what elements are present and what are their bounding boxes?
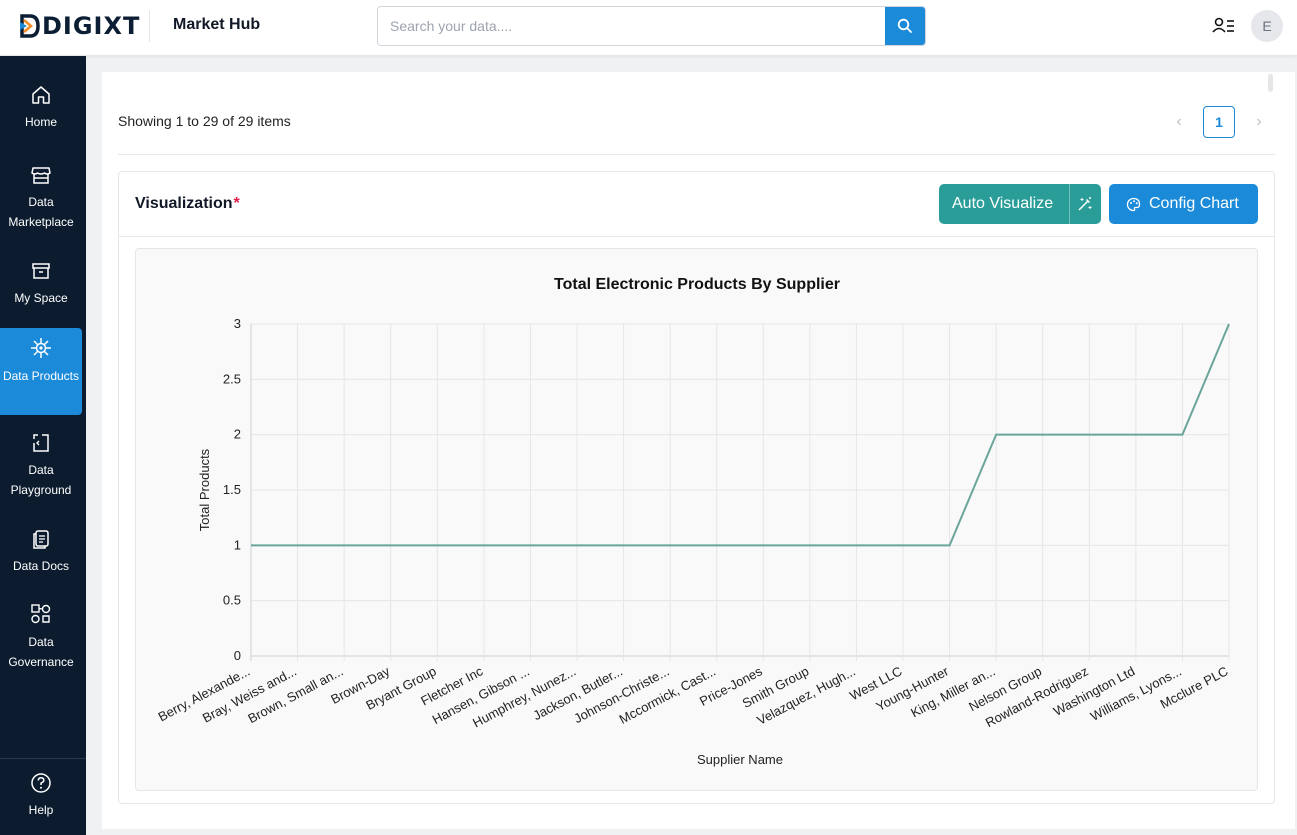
x-axis-label: Supplier Name bbox=[697, 752, 783, 767]
x-axis-ticks: Berry, Alexande...Bray, Weiss and...Brow… bbox=[156, 663, 1231, 730]
scrollbar[interactable] bbox=[1268, 74, 1273, 92]
sidebar-item-data-products[interactable]: Data Products bbox=[0, 328, 82, 415]
logo-mark-icon bbox=[20, 14, 40, 38]
pagination-page-1[interactable]: 1 bbox=[1203, 106, 1235, 138]
card-header-divider bbox=[119, 236, 1274, 237]
sidebar-item-label: Data Marketplace bbox=[8, 195, 74, 229]
search-input[interactable] bbox=[378, 7, 887, 45]
line-chart: Total Electronic Products By Supplier 00… bbox=[156, 276, 1231, 767]
app-title: Market Hub bbox=[173, 16, 261, 33]
y-tick-label: 3 bbox=[234, 316, 241, 331]
sidebar-item-label: Home bbox=[24, 115, 57, 129]
config-chart-label: Config Chart bbox=[1149, 195, 1239, 212]
home-icon bbox=[32, 86, 50, 104]
help-icon bbox=[31, 773, 51, 793]
top-header: DIGIXT Market Hub E bbox=[0, 0, 1297, 56]
y-tick-label: 1.5 bbox=[223, 482, 241, 497]
palette-icon bbox=[1126, 197, 1141, 212]
hub-icon bbox=[31, 338, 51, 358]
pagination-summary: Showing 1 to 29 of 29 items bbox=[118, 113, 291, 129]
y-tick-label: 0.5 bbox=[223, 593, 241, 608]
sidebar-item-label: Help bbox=[28, 803, 54, 817]
user-list-icon[interactable] bbox=[1212, 16, 1236, 36]
auto-visualize-label: Auto Visualize bbox=[952, 195, 1054, 212]
sidebar-item-home[interactable]: Home bbox=[0, 84, 82, 146]
header-divider bbox=[149, 10, 150, 42]
sidebar-item-data-marketplace[interactable]: Data Marketplace bbox=[0, 164, 82, 238]
avatar[interactable]: E bbox=[1251, 10, 1283, 42]
docs-icon bbox=[33, 530, 49, 549]
chart-grid bbox=[250, 323, 1230, 661]
search-bar bbox=[377, 6, 926, 46]
y-tick-label: 1 bbox=[234, 537, 241, 552]
playground-icon bbox=[33, 434, 49, 452]
sidebar-item-label: Data Docs bbox=[12, 559, 70, 573]
button-divider bbox=[1069, 184, 1070, 224]
sidebar-item-data-docs[interactable]: Data Docs bbox=[0, 528, 82, 590]
magic-wand-icon bbox=[1078, 197, 1092, 211]
y-tick-label: 0 bbox=[234, 648, 241, 663]
governance-icon bbox=[31, 604, 51, 624]
pagination-next-button[interactable]: › bbox=[1250, 112, 1268, 132]
sidebar-item-data-playground[interactable]: Data Playground bbox=[0, 432, 82, 506]
divider bbox=[118, 154, 1275, 155]
pagination-prev-button[interactable]: ‹ bbox=[1170, 112, 1188, 132]
required-mark: * bbox=[233, 195, 240, 212]
chart-title: Total Electronic Products By Supplier bbox=[554, 276, 840, 293]
sidebar-item-label: My Space bbox=[14, 291, 68, 305]
sidebar-item-my-space[interactable]: My Space bbox=[0, 260, 82, 322]
config-chart-button[interactable]: Config Chart bbox=[1109, 184, 1258, 224]
sidebar-divider bbox=[0, 758, 86, 759]
sidebar: Home Data Marketplace My Space Data Prod… bbox=[0, 56, 86, 835]
sidebar-item-help[interactable]: Help bbox=[0, 772, 82, 822]
digixt-logo[interactable]: DIGIXT bbox=[20, 12, 140, 40]
search-icon bbox=[897, 18, 912, 33]
logo-text: DIGIXT bbox=[42, 12, 141, 40]
search-button[interactable] bbox=[885, 7, 925, 45]
y-tick-label: 2.5 bbox=[223, 371, 241, 386]
sidebar-item-label: Data Governance bbox=[8, 635, 74, 669]
sidebar-item-label: Data Playground bbox=[10, 463, 72, 497]
y-axis-label: Total Products bbox=[197, 448, 212, 531]
archive-box-icon bbox=[32, 263, 50, 279]
auto-visualize-button[interactable]: Auto Visualize bbox=[939, 184, 1101, 224]
y-axis-ticks: 0 0.5 1 1.5 2 2.5 3 bbox=[223, 316, 241, 663]
visualization-title-text: Visualization bbox=[135, 195, 233, 212]
store-icon bbox=[31, 167, 51, 184]
y-tick-label: 2 bbox=[234, 427, 241, 442]
visualization-title: Visualization* bbox=[135, 195, 240, 213]
sidebar-item-data-governance[interactable]: Data Governance bbox=[0, 602, 82, 676]
sidebar-item-label: Data Products bbox=[2, 369, 80, 383]
